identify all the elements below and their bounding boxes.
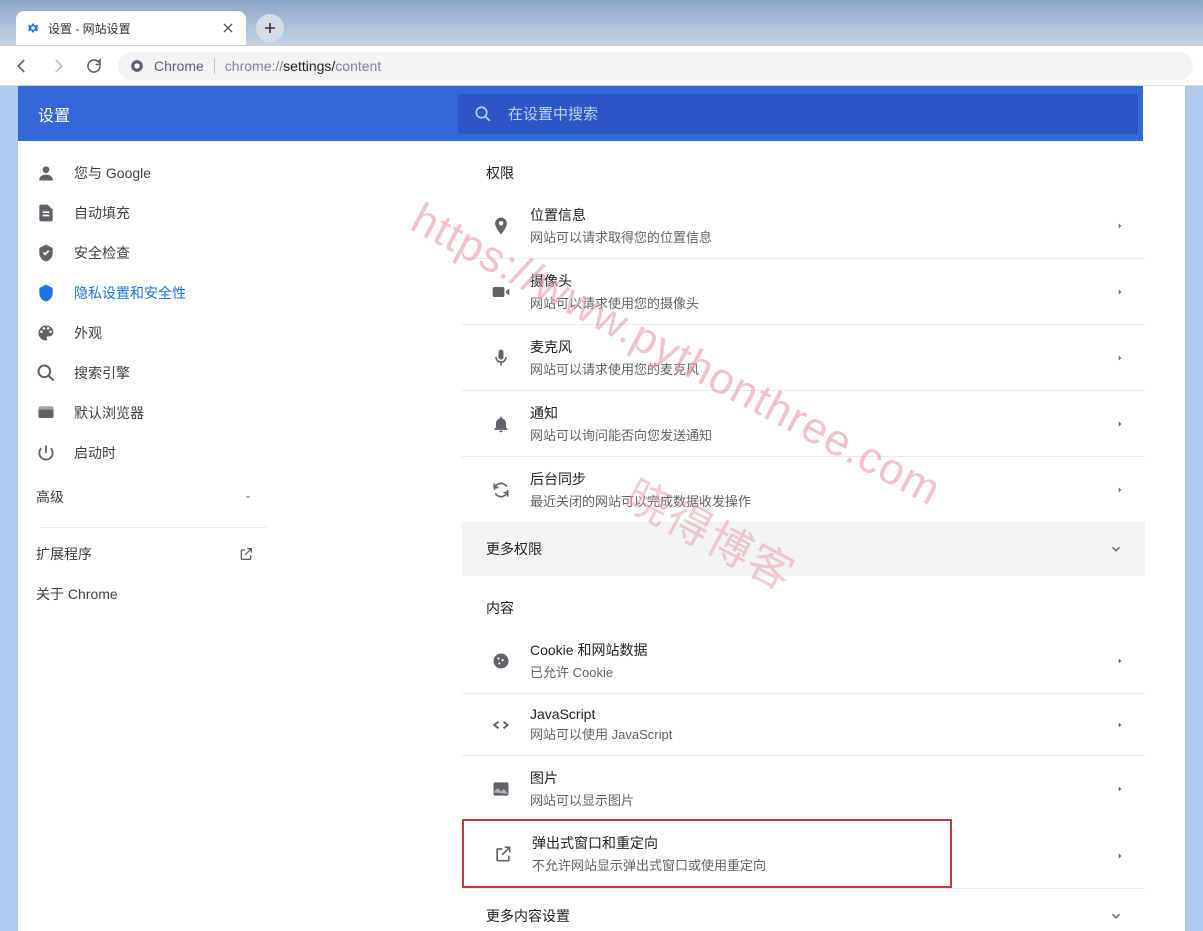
more-permissions[interactable]: 更多权限 [462,522,1145,576]
search-icon [36,363,56,383]
person-icon [36,163,56,183]
chevron-down-icon [242,491,254,503]
sidebar-item-label: 默认浏览器 [74,403,144,423]
main-panel: 权限 位置信息网站可以请求取得您的位置信息 摄像头网站可以请求使用您的摄像头 麦… [462,141,1145,931]
camera-icon [486,285,516,299]
sidebar-item-you-and-google[interactable]: 您与 Google [18,153,270,193]
security-check-icon [36,243,56,263]
back-button[interactable] [10,54,34,78]
row-notifications[interactable]: 通知网站可以询问能否向您发送通知 [462,390,1145,456]
chevron-right-icon [1115,720,1125,730]
popup-icon [488,844,518,864]
chevron-right-icon [1115,851,1125,861]
sidebar-item-label: 安全检查 [74,243,130,263]
sidebar-item-default-browser[interactable]: 默认浏览器 [18,393,270,433]
omnibox-scheme: Chrome [154,58,204,74]
mic-icon [486,348,516,368]
more-content-settings[interactable]: 更多内容设置 [462,888,1145,931]
sidebar-item-search-engine[interactable]: 搜索引擎 [18,353,270,393]
divider [40,527,266,528]
autofill-icon [36,203,56,223]
chevron-right-icon [1115,419,1125,429]
browser-toolbar: Chrome chrome://settings/content [0,46,1203,86]
row-cookies[interactable]: Cookie 和网站数据已允许 Cookie [462,628,1145,693]
row-background-sync[interactable]: 后台同步最近关闭的网站可以完成数据收发操作 [462,456,1145,522]
appearance-icon [36,323,56,343]
sidebar-item-on-startup[interactable]: 启动时 [18,433,270,473]
search-placeholder: 在设置中搜索 [508,103,598,124]
chevron-right-icon [1115,656,1125,666]
power-icon [36,443,56,463]
omnibox-url: chrome://settings/content [225,58,381,74]
sidebar-item-label: 自动填充 [74,203,130,223]
sidebar-item-autofill[interactable]: 自动填充 [18,193,270,233]
new-tab-button[interactable] [256,14,284,42]
gear-icon [26,21,40,35]
section-label-permissions: 权限 [462,141,1145,193]
browser-tab[interactable]: 设置 - 网站设置 [16,11,246,45]
sidebar-item-label: 启动时 [74,443,116,463]
tab-strip: 设置 - 网站设置 [0,0,1203,46]
forward-button[interactable] [46,54,70,78]
close-tab-button[interactable] [220,20,236,36]
chevron-right-icon [1115,353,1125,363]
settings-search[interactable]: 在设置中搜索 [458,94,1138,134]
page-title: 设置 [38,102,458,126]
sidebar-item-privacy[interactable]: 隐私设置和安全性 [18,273,270,313]
row-images[interactable]: 图片网站可以显示图片 [462,755,1145,821]
image-icon [486,779,516,799]
row-microphone[interactable]: 麦克风网站可以请求使用您的麦克风 [462,324,1145,390]
sidebar-item-safety-check[interactable]: 安全检查 [18,233,270,273]
chevron-right-icon [1115,287,1125,297]
sidebar-item-label: 外观 [74,323,102,343]
sidebar-item-appearance[interactable]: 外观 [18,313,270,353]
row-camera[interactable]: 摄像头网站可以请求使用您的摄像头 [462,258,1145,324]
row-location[interactable]: 位置信息网站可以请求取得您的位置信息 [462,193,1145,258]
chevron-down-icon [1109,542,1123,556]
bell-icon [486,414,516,434]
cookie-icon [486,651,516,671]
row-javascript[interactable]: JavaScript网站可以使用 JavaScript [462,693,1145,755]
sidebar-advanced[interactable]: 高级 [18,473,276,521]
chevron-right-icon [1115,784,1125,794]
row-popups-redirects[interactable]: 弹出式窗口和重定向不允许网站显示弹出式窗口或使用重定向 [462,819,952,888]
privacy-icon [36,283,56,303]
chevron-right-icon [1115,485,1125,495]
section-label-content: 内容 [462,576,1145,628]
sidebar: 您与 Google 自动填充 安全检查 隐私设置和安全性 外观 搜索引擎 默认浏… [18,141,276,931]
search-icon [474,105,492,123]
chevron-right-icon [1115,221,1125,231]
divider [214,58,215,74]
sidebar-item-label: 搜索引擎 [74,363,130,383]
sync-icon [486,480,516,500]
settings-header: 设置 在设置中搜索 [18,86,1143,141]
sidebar-item-label: 您与 Google [74,163,151,183]
sidebar-about-chrome[interactable]: 关于 Chrome [18,574,276,614]
reload-button[interactable] [82,54,106,78]
default-browser-icon [36,403,56,423]
chevron-down-icon [1109,909,1123,923]
external-link-icon [238,546,254,562]
address-bar[interactable]: Chrome chrome://settings/content [118,52,1193,80]
sidebar-item-label: 隐私设置和安全性 [74,283,186,303]
sidebar-extensions[interactable]: 扩展程序 [18,534,276,574]
tab-title: 设置 - 网站设置 [48,20,131,37]
chrome-page-icon [130,59,144,73]
location-icon [486,216,516,236]
code-icon [486,715,516,735]
